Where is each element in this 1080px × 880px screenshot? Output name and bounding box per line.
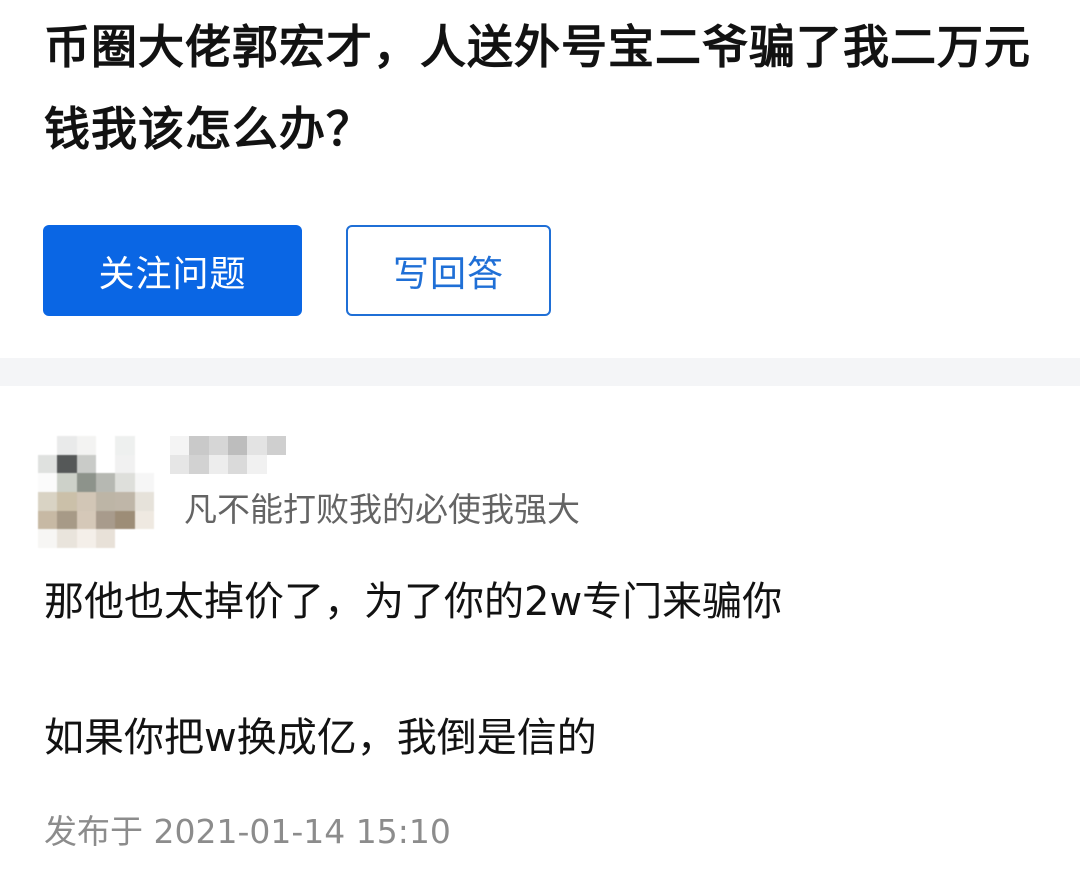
answer-card: 凡不能打败我的必使我强大 那他也太掉价了，为了你的2w专门来骗你 如果你把w换成… — [0, 386, 1080, 880]
mosaic-cell — [208, 436, 228, 455]
mosaic-cell — [189, 436, 209, 455]
answer-text-line: 如果你把w换成亿，我倒是信的 — [44, 715, 597, 761]
mosaic-cell — [266, 436, 286, 455]
mosaic-cell — [76, 510, 96, 530]
mosaic-cell — [115, 473, 135, 492]
mosaic-cell — [134, 454, 154, 474]
mosaic-cell — [134, 491, 154, 511]
mosaic-cell — [170, 436, 190, 455]
mosaic-cell — [57, 473, 77, 492]
mosaic-cell — [266, 455, 286, 474]
mosaic-cell — [134, 529, 154, 548]
mosaic-cell — [96, 473, 116, 492]
section-divider — [0, 358, 1080, 386]
mosaic-cell — [38, 454, 58, 474]
mosaic-cell — [247, 455, 267, 474]
mosaic-cell — [57, 529, 77, 548]
answer-text-line: 那他也太掉价了，为了你的2w专门来骗你 — [44, 579, 783, 625]
mosaic-cell — [76, 473, 96, 492]
mosaic-cell — [115, 454, 135, 474]
mosaic-cell — [57, 436, 77, 455]
mosaic-cell — [38, 473, 58, 492]
mosaic-cell — [38, 436, 58, 455]
mosaic-cell — [115, 491, 135, 511]
mosaic-cell — [96, 454, 116, 474]
mosaic-cell — [76, 436, 96, 455]
mosaic-cell — [38, 510, 58, 530]
pixelated-name-icon[interactable] — [170, 436, 286, 474]
mosaic-cell — [38, 491, 58, 511]
mosaic-cell — [115, 436, 135, 455]
mosaic-cell — [115, 510, 135, 530]
mosaic-cell — [115, 529, 135, 548]
mosaic-cell — [96, 510, 116, 530]
mosaic-cell — [76, 491, 96, 511]
mosaic-cell — [38, 529, 58, 548]
mosaic-cell — [57, 454, 77, 474]
mosaic-cell — [189, 455, 209, 474]
question-title[interactable]: 币圈大佬郭宏才，人送外号宝二爷骗了我二万元钱我该怎么办？ — [44, 6, 1044, 170]
mosaic-cell — [76, 529, 96, 548]
mosaic-cell — [228, 455, 248, 474]
author-bio: 凡不能打败我的必使我强大 — [184, 490, 580, 529]
follow-question-button[interactable]: 关注问题 — [43, 225, 302, 316]
publish-time: 发布于 2021-01-14 15:10 — [44, 812, 451, 851]
mosaic-cell — [57, 510, 77, 530]
mosaic-cell — [208, 455, 228, 474]
mosaic-cell — [57, 491, 77, 511]
mosaic-cell — [96, 491, 116, 511]
mosaic-cell — [228, 436, 248, 455]
write-answer-button[interactable]: 写回答 — [346, 225, 551, 316]
mosaic-cell — [96, 529, 116, 548]
mosaic-cell — [134, 473, 154, 492]
mosaic-cell — [170, 455, 190, 474]
mosaic-cell — [134, 510, 154, 530]
mosaic-cell — [76, 454, 96, 474]
mosaic-cell — [247, 436, 267, 455]
pixelated-avatar-icon[interactable] — [38, 436, 154, 548]
mosaic-cell — [134, 436, 154, 455]
mosaic-cell — [96, 436, 116, 455]
question-card: 币圈大佬郭宏才，人送外号宝二爷骗了我二万元钱我该怎么办？ 关注问题 写回答 — [0, 0, 1080, 358]
